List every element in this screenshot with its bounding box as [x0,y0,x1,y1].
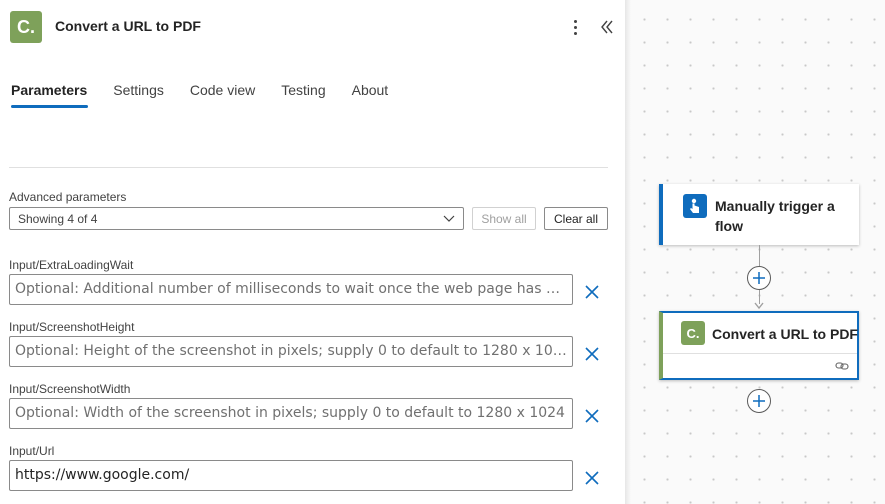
plus-icon [753,395,765,407]
tab-testing[interactable]: Testing [281,82,325,108]
clear-all-button[interactable]: Clear all [544,207,608,230]
manual-trigger-icon [683,194,707,218]
remove-parameter-icon[interactable] [583,283,601,301]
tab-parameters[interactable]: Parameters [11,82,89,108]
advanced-parameters-dropdown[interactable]: Showing 4 of 4 [9,207,464,230]
flow-designer-canvas[interactable] [625,0,885,504]
advanced-parameters-label: Advanced parameters [9,190,127,204]
double-chevron-left-icon [601,20,613,34]
field-label-screenshotheight: Input/ScreenshotHeight [9,320,135,334]
arrow-down-icon [754,302,764,310]
remove-parameter-icon[interactable] [583,407,601,425]
screenshotwidth-input[interactable]: Optional: Width of the screenshot in pix… [9,398,573,429]
action-title: Convert a URL to PDF [712,326,858,342]
screenshotheight-input[interactable]: Optional: Height of the screenshot in pi… [9,336,573,367]
connector-line [759,245,760,266]
dot-icon [573,25,577,29]
field-label-extraloadingwait: Input/ExtraLoadingWait [9,258,134,272]
dot-icon [573,19,577,23]
action-card-convert-url-to-pdf[interactable]: C. Convert a URL to PDF [659,311,859,380]
more-options-button[interactable] [566,16,584,38]
divider [663,353,857,354]
divider [9,167,608,168]
extraloadingwait-input[interactable]: Optional: Additional number of milliseco… [9,274,573,305]
collapse-panel-button[interactable] [597,17,617,37]
dropdown-selected-value: Showing 4 of 4 [18,212,98,226]
tab-about[interactable]: About [352,82,389,108]
trigger-card[interactable]: Manually trigger a flow [659,184,859,245]
action-details-panel: C. Convert a URL to PDF Parameters Setti… [0,0,625,504]
insert-step-button[interactable] [747,266,771,290]
cloudmersive-connector-icon: C. [681,321,705,345]
tab-settings[interactable]: Settings [113,82,164,108]
panel-shadow [625,0,631,504]
tab-code-view[interactable]: Code view [190,82,255,108]
plus-icon [753,272,765,284]
panel-tabs: Parameters Settings Code view Testing Ab… [11,82,414,108]
add-step-button[interactable] [747,389,771,413]
remove-parameter-icon[interactable] [583,469,601,487]
url-input[interactable]: https://www.google.com/ [9,460,573,491]
remove-parameter-icon[interactable] [583,345,601,363]
panel-title: Convert a URL to PDF [55,18,201,34]
cloudmersive-connector-icon: C. [10,11,42,43]
dot-icon [573,31,577,35]
field-label-screenshotwidth: Input/ScreenshotWidth [9,382,131,396]
link-icon [835,362,849,370]
chevron-down-icon [443,215,455,222]
trigger-title: Manually trigger a flow [715,198,835,234]
show-all-button[interactable]: Show all [472,207,536,230]
field-label-url: Input/Url [9,444,55,458]
